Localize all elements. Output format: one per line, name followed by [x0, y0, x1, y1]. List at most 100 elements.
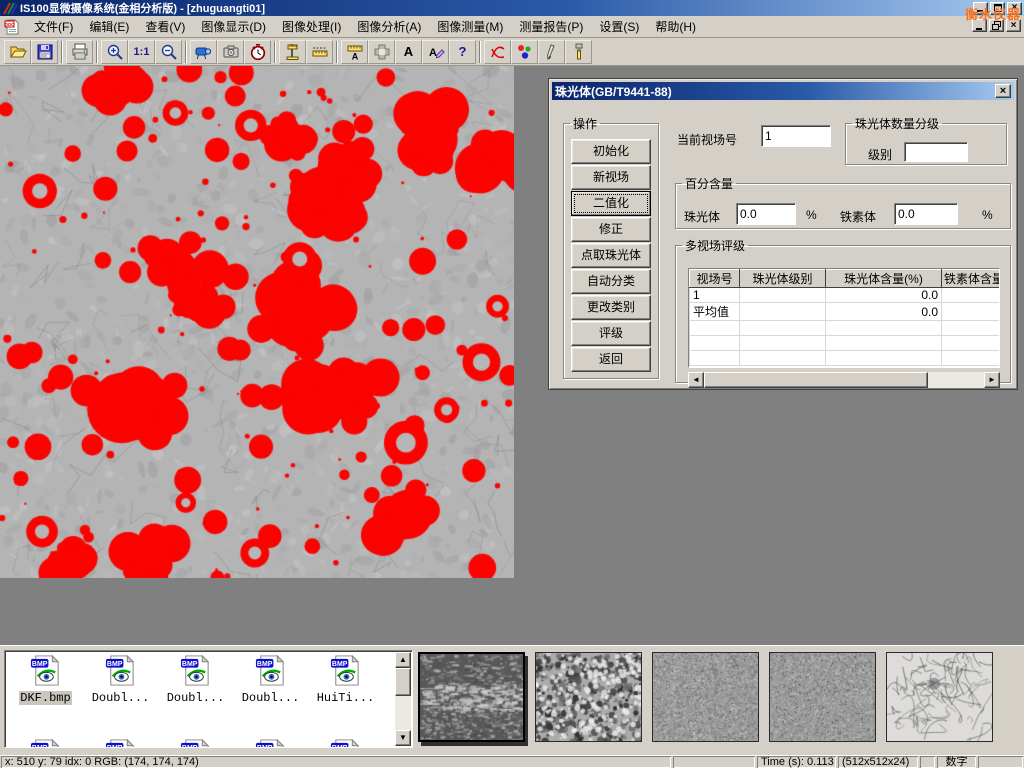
child-minimize-button[interactable]	[972, 19, 987, 32]
menu-item-view[interactable]: 查看(V)	[137, 16, 193, 37]
close-button[interactable]: ×	[1007, 2, 1022, 15]
ferrite-label: 铁素体	[840, 208, 876, 225]
file-name[interactable]: HuiTi...	[316, 691, 376, 705]
file-item[interactable]: BMP Doubl...	[159, 654, 232, 705]
scroll-thumb[interactable]	[704, 372, 928, 388]
initialize-button[interactable]: 初始化	[571, 139, 651, 164]
pearlite-percent-input[interactable]	[736, 203, 796, 225]
pick-pearlite-button[interactable]: 点取珠光体	[571, 243, 651, 268]
menu-item-help[interactable]: 帮助(H)	[647, 16, 704, 37]
toolbar-button-caliper[interactable]	[279, 40, 306, 64]
file-item[interactable]: BMP Doubl...	[234, 654, 307, 705]
file-item[interactable]: BMP	[234, 738, 307, 748]
file-name[interactable]: Doubl...	[166, 691, 226, 705]
operation-group: 操作 初始化 新视场 二值化 修正 点取珠光体 自动分类 更改类别 评级 返回	[563, 115, 659, 379]
dialog-title-bar[interactable]: 珠光体(GB/T9441-88) ×	[552, 82, 1014, 100]
preview-thumbnail-1[interactable]	[418, 652, 525, 742]
print-icon	[71, 43, 89, 61]
grade-button[interactable]: 评级	[571, 321, 651, 346]
toolbar-button-timer[interactable]	[244, 40, 271, 64]
merge-icon	[373, 43, 391, 61]
file-item[interactable]: BMP DKF.bmp	[9, 654, 82, 705]
menu-item-image-analysis[interactable]: 图像分析(A)	[349, 16, 429, 37]
binarize-button[interactable]: 二值化	[571, 191, 651, 216]
file-name[interactable]: Doubl...	[91, 691, 151, 705]
timer-icon	[249, 43, 267, 61]
toolbar-separator	[336, 41, 338, 63]
measure-text-icon: A	[346, 43, 364, 61]
child-restore-button[interactable]	[989, 19, 1004, 32]
toolbar-button-brush[interactable]	[565, 40, 592, 64]
auto-classify-button[interactable]: 自动分类	[571, 269, 651, 294]
toolbar-button-merge[interactable]	[368, 40, 395, 64]
preview-thumbnail-4[interactable]	[769, 652, 876, 742]
file-list-scrollbar: ▲ ▼	[395, 652, 411, 746]
caliper-icon	[284, 43, 302, 61]
file-item[interactable]: BMP	[84, 738, 157, 748]
table-row[interactable]: 平均值 0.0	[690, 303, 1001, 321]
grading-group: 珠光体数量分级 级别	[845, 115, 1007, 165]
file-item[interactable]: BMP	[309, 738, 382, 748]
file-item[interactable]: BMP Doubl...	[84, 654, 157, 705]
menu-item-image-measure[interactable]: 图像测量(M)	[429, 16, 511, 37]
toolbar-button-zoom-out[interactable]	[155, 40, 182, 64]
menu-item-image-process[interactable]: 图像处理(I)	[274, 16, 349, 37]
file-item[interactable]: BMP	[159, 738, 232, 748]
document-icon: DOC	[4, 19, 20, 35]
dialog-close-button[interactable]: ×	[995, 84, 1011, 98]
minimize-button[interactable]	[973, 2, 988, 15]
toolbar-button-print[interactable]	[66, 40, 93, 64]
child-close-button[interactable]: ×	[1006, 19, 1021, 32]
file-name[interactable]: Doubl...	[241, 691, 301, 705]
file-item[interactable]: BMP	[9, 738, 82, 748]
scroll-left-arrow[interactable]: ◄	[688, 372, 704, 388]
svg-text:BMP: BMP	[32, 745, 48, 748]
scroll-thumb[interactable]	[395, 668, 411, 696]
ferrite-percent-input[interactable]	[894, 203, 958, 225]
toolbar-button-particle-count[interactable]	[511, 40, 538, 64]
scroll-right-arrow[interactable]: ►	[984, 372, 1000, 388]
toolbar-button-video-camera[interactable]	[190, 40, 217, 64]
maximize-button[interactable]	[990, 2, 1005, 15]
scroll-down-arrow[interactable]: ▼	[395, 730, 411, 746]
correct-button[interactable]: 修正	[571, 217, 651, 242]
level-input[interactable]	[904, 142, 968, 162]
bmp-file-icon: BMP	[29, 738, 62, 748]
micrograph-image[interactable]	[0, 66, 514, 578]
return-button[interactable]: 返回	[571, 347, 651, 372]
scroll-track[interactable]	[928, 372, 984, 388]
toolbar-button-save[interactable]	[31, 40, 58, 64]
menu-item-image-display[interactable]: 图像显示(D)	[193, 16, 274, 37]
toolbar-button-curve-tool[interactable]	[484, 40, 511, 64]
file-item[interactable]: BMP HuiTi...	[309, 654, 382, 705]
toolbar-button-text[interactable]: A	[395, 40, 422, 64]
toolbar-separator	[61, 41, 63, 63]
current-field-input[interactable]	[761, 125, 831, 147]
scroll-up-arrow[interactable]: ▲	[395, 652, 411, 668]
file-browser: BMP DKF.bmp BMP Doubl... BMP Doubl... BM…	[4, 650, 413, 748]
toolbar-button-measure-text[interactable]: A	[341, 40, 368, 64]
zoom-in-icon	[106, 43, 124, 61]
toolbar-button-annotate[interactable]: A	[422, 40, 449, 64]
level-label: 级别	[868, 146, 892, 163]
toolbar-button-camera[interactable]	[217, 40, 244, 64]
text-icon: A	[404, 44, 413, 59]
preview-thumbnail-2[interactable]	[535, 652, 642, 742]
toolbar-button-ruler[interactable]	[306, 40, 333, 64]
toolbar-button-open[interactable]	[4, 40, 31, 64]
preview-thumbnail-3[interactable]	[652, 652, 759, 742]
menu-item-settings[interactable]: 设置(S)	[591, 16, 647, 37]
pearlite-label: 珠光体	[684, 208, 720, 225]
change-class-button[interactable]: 更改类别	[571, 295, 651, 320]
toolbar-button-help[interactable]: ?	[449, 40, 476, 64]
menu-item-edit[interactable]: 编辑(E)	[81, 16, 137, 37]
preview-thumbnail-5[interactable]	[886, 652, 993, 742]
toolbar-button-pen-tool[interactable]	[538, 40, 565, 64]
file-name[interactable]: DKF.bmp	[19, 691, 71, 705]
new-field-button[interactable]: 新视场	[571, 165, 651, 190]
toolbar-button-actual-size[interactable]: 1:1	[128, 40, 155, 64]
menu-item-file[interactable]: 文件(F)	[26, 16, 81, 37]
toolbar-button-zoom-in[interactable]	[101, 40, 128, 64]
table-row[interactable]: 1 0.0	[690, 288, 1001, 303]
menu-item-measure-report[interactable]: 测量报告(P)	[511, 16, 591, 37]
